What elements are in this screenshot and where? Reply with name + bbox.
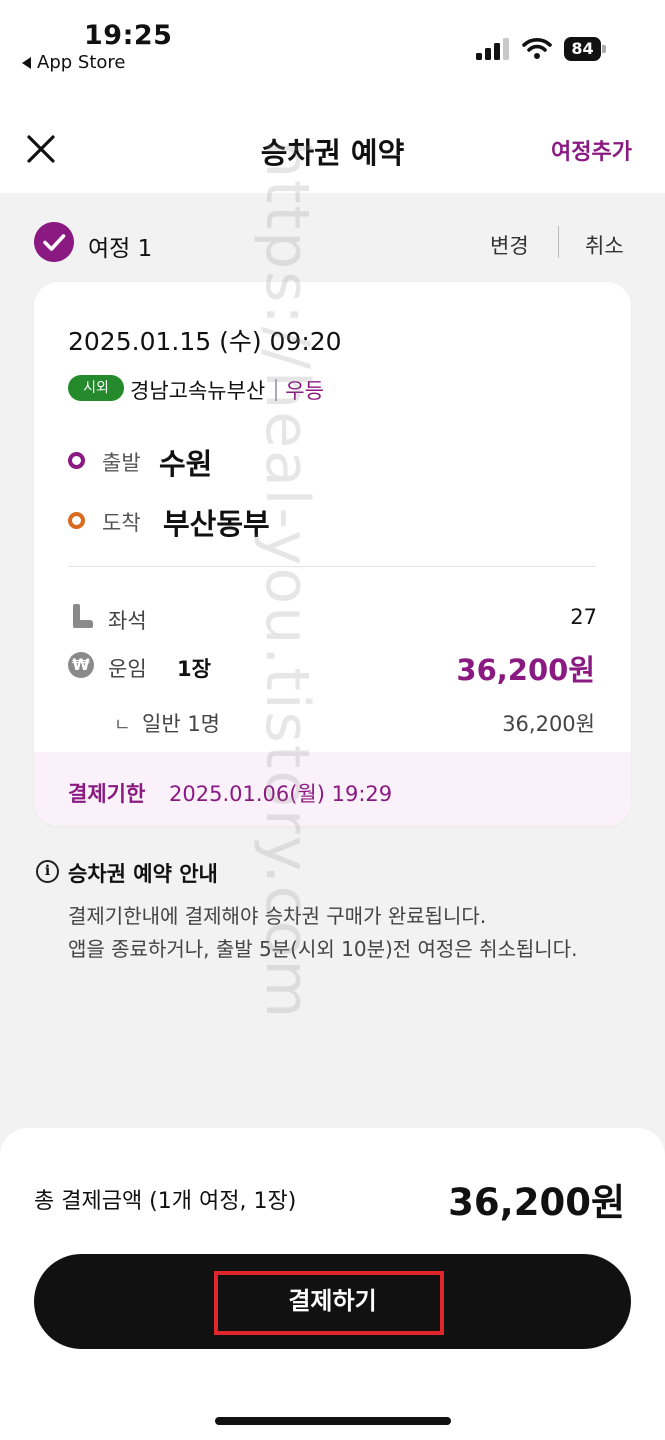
route-type-badge: 시외 xyxy=(68,375,124,401)
sub-item-mark: ㄴ xyxy=(114,715,131,736)
notice-line: 결제기한내에 결제해야 승차권 구매가 완료됩니다. xyxy=(68,904,487,928)
highlight-annotation xyxy=(214,1271,444,1335)
arrival-dot-icon xyxy=(68,512,85,529)
arrival-station: 부산동부 xyxy=(163,507,270,541)
won-icon: ₩ xyxy=(68,652,94,678)
departure-label: 출발 xyxy=(102,451,141,475)
cancel-trip-button[interactable]: 취소 xyxy=(585,230,624,260)
back-to-app-store-label: App Store xyxy=(37,52,126,73)
notice-body: 결제기한내에 결제해야 승차권 구매가 완료됩니다. 앱을 종료하거나, 출발 … xyxy=(68,900,628,966)
bus-company: 경남고속뉴부산 우등 xyxy=(130,375,324,405)
add-trip-button[interactable]: 여정추가 xyxy=(551,134,632,166)
check-circle-icon xyxy=(34,222,74,262)
cellular-signal-icon xyxy=(476,38,509,60)
card-divider xyxy=(68,566,596,567)
seat-label: 좌석 xyxy=(108,609,147,633)
change-trip-button[interactable]: 변경 xyxy=(490,230,529,260)
fare-label: 운임 xyxy=(108,657,147,681)
notice-line: 앱을 종료하거나, 출발 5분(시외 10분)전 여정은 취소됩니다. xyxy=(68,937,578,961)
payment-deadline-value: 2025.01.06(월) 19:29 xyxy=(169,782,393,806)
notice-title: 승차권 예약 안내 xyxy=(68,862,218,886)
battery-icon: 84 xyxy=(564,37,606,61)
arrival-label: 도착 xyxy=(102,511,141,535)
departure-dot-icon xyxy=(68,452,85,469)
departure-datetime: 2025.01.15 (수) 09:20 xyxy=(68,327,342,356)
separator xyxy=(275,379,278,401)
payment-deadline-label: 결제기한 xyxy=(68,782,146,806)
departure-station: 수원 xyxy=(159,447,213,481)
fare-breakdown-label: 일반 1명 xyxy=(142,712,220,736)
bus-grade: 우등 xyxy=(285,379,324,403)
back-arrow-icon xyxy=(22,56,31,69)
divider xyxy=(558,226,559,258)
seat-number: 27 xyxy=(570,605,597,629)
back-to-app-store[interactable]: App Store xyxy=(22,52,125,73)
fare-breakdown-amount: 36,200원 xyxy=(502,712,595,736)
info-icon: i xyxy=(36,860,59,883)
total-payment-label: 총 결제금액 (1개 여정, 1장) xyxy=(34,1189,297,1214)
wifi-icon xyxy=(522,38,552,59)
fare-quantity: 1장 xyxy=(177,657,211,681)
home-indicator[interactable] xyxy=(215,1417,451,1425)
seat-icon xyxy=(73,604,93,628)
trip-title: 여정 1 xyxy=(88,236,153,262)
total-payment-amount: 36,200원 xyxy=(448,1181,625,1224)
company-name: 경남고속뉴부산 xyxy=(130,379,266,403)
ticket-card xyxy=(34,282,631,826)
battery-level: 84 xyxy=(571,39,594,58)
fare-total: 36,200원 xyxy=(456,653,595,687)
clock: 19:25 xyxy=(84,20,173,51)
